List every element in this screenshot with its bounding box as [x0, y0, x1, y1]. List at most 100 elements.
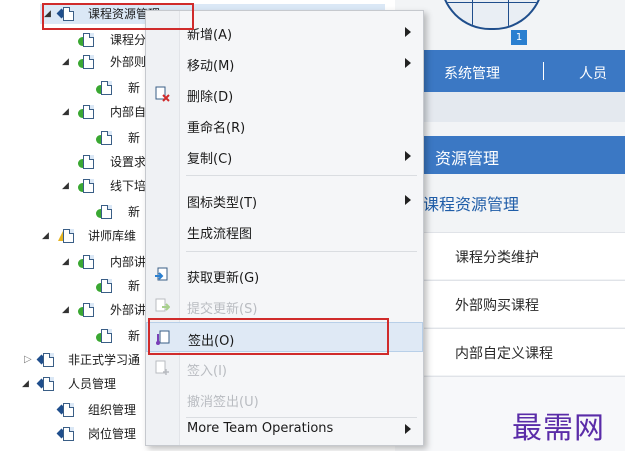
menu-item-get-update[interactable]: 获取更新(G) [146, 260, 423, 290]
tree-item[interactable]: ▷ 非正式学习通 [22, 350, 148, 370]
menu-item-generate-flowchart[interactable]: 生成流程图 [146, 216, 423, 246]
expand-arrow-icon[interactable]: ◢ [62, 252, 69, 272]
menu-item-label: 签入(I) [187, 364, 227, 379]
tree-item-label: 讲师库维 [88, 229, 137, 243]
tree-item[interactable]: ◢ 内部讲 [62, 252, 148, 272]
tree-item[interactable]: 新 [96, 202, 148, 222]
section-header: 资源管理 [395, 136, 625, 174]
expand-arrow-icon[interactable]: ◢ [62, 102, 69, 122]
tree-item[interactable]: 新 [96, 326, 148, 346]
menu-item-copy[interactable]: 复制(C) [146, 141, 423, 171]
tree-item-label: 内部讲 [110, 255, 147, 269]
menu-item-submit-update[interactable]: 提交更新(S) [146, 291, 423, 321]
tree-item[interactable]: 组织管理 [56, 400, 148, 420]
menu-item-label: More Team Operations [187, 421, 334, 436]
green-page-icon [78, 55, 96, 69]
green-page-icon [78, 179, 96, 193]
submenu-arrow-icon [405, 27, 411, 37]
diamond-page-icon [56, 427, 76, 441]
menu-item-label: 获取更新(G) [187, 271, 260, 286]
green-page-icon [78, 255, 96, 269]
tree-item[interactable]: 课程分 [78, 30, 148, 50]
expand-arrow-icon[interactable]: ◢ [62, 300, 69, 320]
tree-item-label: 新 [128, 329, 141, 343]
tree-item-label: 外部则 [110, 55, 147, 69]
menu-separator [186, 175, 417, 176]
panel-item-internal-course[interactable]: 内部自定义课程 [395, 328, 625, 375]
menu-item-label: 删除(D) [187, 90, 234, 105]
toolbar-strip [395, 92, 625, 122]
menu-item-checkin[interactable]: 签入(I) [146, 353, 423, 383]
panel-item-label: 课程分类维护 [455, 250, 539, 266]
menu-item-move[interactable]: 移动(M) [146, 48, 423, 78]
menu-item-rename[interactable]: 重命名(R) [146, 110, 423, 140]
diamond-page-icon [56, 403, 76, 417]
tree-item-label: 人员管理 [68, 377, 117, 391]
tree-item-label: 新 [128, 81, 141, 95]
expand-arrow-icon[interactable]: ◢ [62, 176, 69, 196]
expand-arrow-icon[interactable]: ◢ [22, 374, 29, 394]
green-page-icon [96, 279, 114, 293]
green-page-icon [96, 205, 114, 219]
menu-item-label: 重命名(R) [187, 121, 246, 136]
green-page-icon [78, 33, 96, 47]
watermark: 最需网 [512, 411, 605, 446]
tree-item-label: 岗位管理 [88, 427, 137, 441]
tree-item[interactable]: ◢ 内部自 [62, 102, 148, 122]
context-menu: 新增(A) 移动(M) 删除(D) 重命名(R) 复制(C) 图标类型(T) 生… [145, 10, 424, 446]
tree-item[interactable]: 岗位管理 [56, 424, 148, 444]
panel-item-external-course[interactable]: 外部购买课程 [395, 280, 625, 327]
menu-item-label: 撤消签出(U) [187, 395, 259, 410]
tree-item-label: 内部自 [110, 105, 147, 119]
menu-item-label: 生成流程图 [187, 227, 253, 242]
section-title: 资源管理 [435, 149, 500, 168]
submit-update-icon [154, 298, 171, 314]
tree-item[interactable]: ◢ 外部讲 [62, 300, 148, 320]
tree-item-label: 线下培 [110, 179, 147, 193]
highlight-box-tree-item [42, 3, 194, 30]
green-page-icon [96, 81, 114, 95]
tree-item[interactable]: ◢ 外部则 [62, 52, 148, 72]
tree-item-label: 新 [128, 279, 141, 293]
course-resource-heading[interactable]: 课程资源管理 [395, 178, 625, 224]
top-nav: 系统管理 人员 [395, 50, 625, 92]
collapse-arrow-icon[interactable]: ▷ [24, 350, 32, 370]
expand-arrow-icon[interactable]: ◢ [62, 52, 69, 72]
green-page-icon [78, 105, 96, 119]
tree-item[interactable]: 设置求 [78, 152, 148, 172]
submenu-arrow-icon [405, 151, 411, 161]
panel-item-label: 外部购买课程 [455, 298, 539, 314]
tree-item-label: 新 [128, 205, 141, 219]
tree-item-label: 非正式学习通 [68, 353, 141, 367]
menu-item-more-team-operations[interactable]: More Team Operations [146, 414, 423, 444]
menu-item-label: 图标类型(T) [187, 196, 258, 211]
tree-item[interactable]: 新 [96, 78, 148, 98]
nav-system-management[interactable]: 系统管理 [444, 63, 500, 83]
tree-item[interactable]: 新 [96, 276, 148, 296]
menu-item-label: 提交更新(S) [187, 302, 258, 317]
tree-item[interactable]: ◢ 线下培 [62, 176, 148, 196]
menu-item-label: 移动(M) [187, 59, 235, 74]
diamond-page-icon [36, 353, 56, 367]
menu-item-icon-type[interactable]: 图标类型(T) [146, 185, 423, 215]
menu-item-delete[interactable]: 删除(D) [146, 79, 423, 109]
tree-item-label: 组织管理 [88, 403, 137, 417]
tree-item[interactable]: 新 [96, 128, 148, 148]
submenu-arrow-icon [405, 58, 411, 68]
submenu-arrow-icon [405, 424, 411, 434]
green-page-icon [78, 303, 96, 317]
tree-item[interactable]: ◢ 讲师库维 [42, 226, 148, 246]
get-update-icon [154, 267, 170, 283]
notification-badge: 1 [511, 30, 527, 45]
menu-item-label: 复制(C) [187, 152, 233, 167]
menu-separator [186, 251, 417, 252]
tree-item[interactable]: ◢ 人员管理 [22, 374, 148, 394]
tree-item-label: 新 [128, 131, 141, 145]
expand-arrow-icon[interactable]: ◢ [42, 226, 49, 246]
nav-divider [543, 62, 544, 80]
panel-item-label: 内部自定义课程 [455, 346, 553, 362]
panel-item-course-category[interactable]: 课程分类维护 [395, 232, 625, 279]
submenu-arrow-icon [405, 195, 411, 205]
nav-people[interactable]: 人员 [579, 63, 607, 83]
menu-item-undo-checkout[interactable]: 撤消签出(U) [146, 384, 423, 414]
